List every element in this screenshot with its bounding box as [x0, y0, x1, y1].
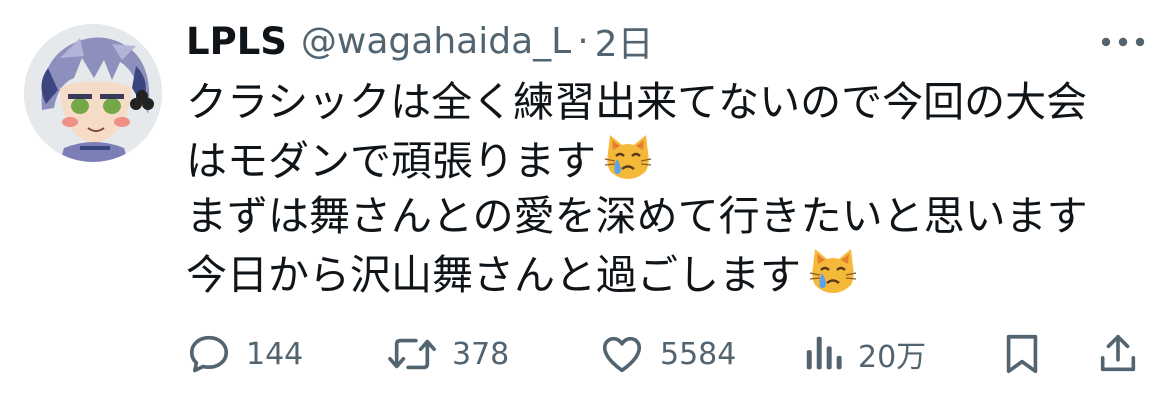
bookmark-icon	[1006, 334, 1038, 374]
more-options-button[interactable]	[1100, 30, 1146, 54]
views-button[interactable]: 20万	[804, 326, 926, 382]
anime-character-avatar-icon	[24, 24, 162, 162]
bookmark-button[interactable]	[1002, 326, 1042, 382]
repost-count: 378	[452, 336, 510, 372]
tweet-text-line: まずは舞さんとの愛を深めて行きたいと思います	[186, 188, 1126, 245]
views-count: 20万	[858, 340, 927, 375]
reply-count: 144	[246, 336, 304, 372]
tweet-text-line: クラシックは全く練習出来てないので今回の大会	[186, 74, 1126, 131]
tweet-text-segment: クラシックは全く練習出来てないので今回の大会	[186, 78, 1088, 126]
tweet-text: クラシックは全く練習出来てないので今回の大会 はモダンで頑張ります まずは舞さん…	[186, 74, 1126, 302]
reply-bubble-icon	[189, 335, 229, 373]
reply-button[interactable]: 144	[186, 326, 303, 382]
heart-icon	[602, 336, 642, 373]
more-horizontal-icon	[1101, 37, 1145, 47]
display-name[interactable]: LPLS	[186, 20, 287, 63]
tweet-header: LPLS @wagahaida_L · 2日	[186, 16, 1116, 66]
views-bar-chart-icon	[806, 336, 842, 370]
like-button[interactable]: 5584	[598, 326, 736, 382]
share-upload-icon	[1100, 334, 1136, 372]
crying-cat-face-emoji	[604, 135, 652, 179]
user-handle[interactable]: @wagahaida_L	[301, 21, 571, 62]
share-button[interactable]	[1098, 326, 1138, 382]
avatar[interactable]	[24, 24, 162, 162]
timestamp[interactable]: 2日	[595, 15, 654, 67]
tweet-text-segment: 今日から沢山舞さんと過ごします	[186, 251, 801, 299]
repost-icon	[388, 338, 436, 370]
tweet-text-line: 今日から沢山舞さんと過ごします	[186, 245, 1126, 302]
tweet-text-line: はモダンで頑張ります	[186, 131, 1126, 188]
like-count: 5584	[660, 336, 737, 372]
action-bar: 144 378 5584 20万	[186, 326, 1146, 382]
tweet-text-segment: はモダンで頑張ります	[186, 137, 596, 185]
header-separator: ·	[577, 20, 589, 62]
crying-cat-face-emoji	[809, 249, 857, 293]
tweet-text-segment: まずは舞さんとの愛を深めて行きたいと思います	[186, 192, 1088, 240]
repost-button[interactable]: 378	[386, 326, 509, 382]
